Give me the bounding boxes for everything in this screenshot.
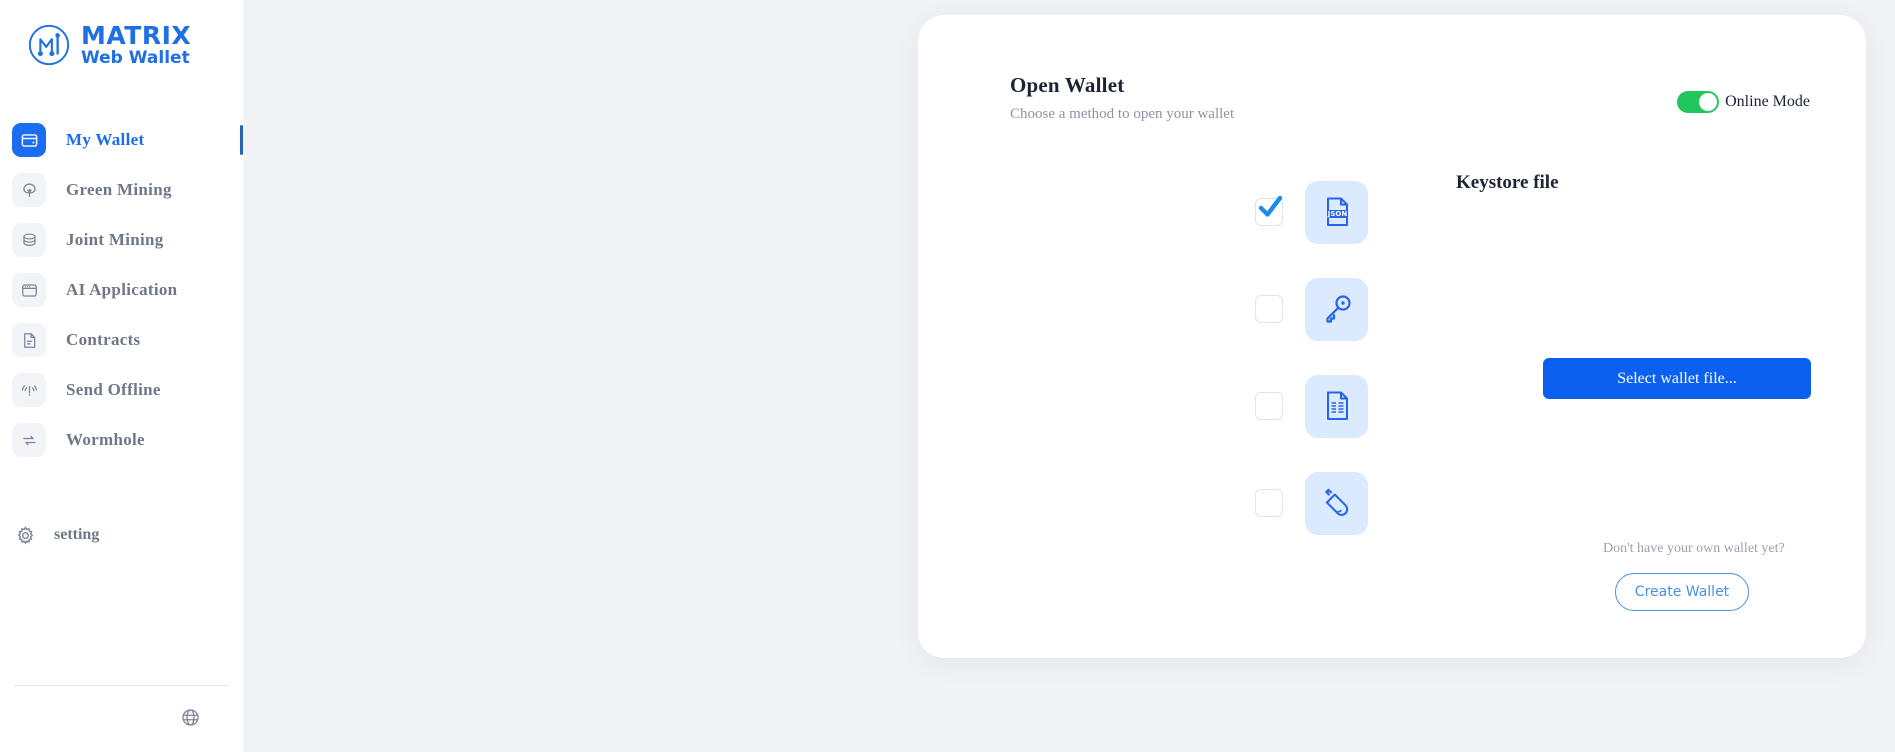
sidebar-item-label: Joint Mining [66, 230, 164, 249]
page-title: Open Wallet [1010, 73, 1125, 97]
sidebar-item-green-mining[interactable]: Green Mining [0, 165, 243, 215]
check-icon [1258, 195, 1283, 217]
method-checkbox[interactable] [1255, 489, 1283, 517]
toggle-knob [1699, 93, 1718, 111]
brand-title: MATRIX [81, 21, 192, 50]
sidebar-item-label: Green Mining [66, 180, 172, 199]
sidebar-item-label: Wormhole [66, 430, 145, 449]
sidebar-item-label: Send Offline [66, 380, 161, 399]
toggle-switch[interactable] [1677, 91, 1720, 113]
main-content: Open Wallet Choose a method to open your… [243, 0, 1895, 752]
online-mode-toggle[interactable]: Online Mode [1677, 91, 1810, 113]
document-icon [12, 323, 46, 357]
sidebar-divider [14, 685, 229, 686]
sidebar-item-my-wallet[interactable]: My Wallet [0, 115, 243, 165]
coins-stack-icon [12, 223, 46, 257]
globe-icon[interactable] [179, 706, 201, 728]
gear-icon [14, 524, 36, 546]
sidebar-item-ai-application[interactable]: AI Application [0, 265, 243, 315]
key-icon [1305, 277, 1368, 341]
wallet-method-list: JSON [1255, 180, 1368, 535]
open-wallet-card: Open Wallet Choose a method to open your… [918, 15, 1866, 658]
text-document-icon [1305, 374, 1368, 438]
method-checkbox[interactable] [1255, 392, 1283, 420]
usb-drive-icon [1305, 471, 1368, 535]
method-checkbox[interactable] [1255, 295, 1283, 323]
svg-text:JSON: JSON [1326, 210, 1347, 218]
select-wallet-file-button[interactable]: Select wallet file... [1543, 358, 1811, 399]
page-subtitle: Choose a method to open your wallet [1010, 106, 1235, 122]
sidebar-setting-label: setting [54, 526, 100, 543]
create-wallet-hint: Don't have your own wallet yet? [1603, 541, 1785, 556]
method-checkbox[interactable] [1255, 195, 1283, 226]
create-wallet-button[interactable]: Create Wallet [1615, 573, 1749, 611]
online-mode-label: Online Mode [1725, 93, 1810, 110]
brand-subtitle: Web Wallet [81, 48, 190, 68]
tree-icon [12, 173, 46, 207]
method-option-keystore-file[interactable]: JSON [1255, 180, 1368, 244]
sidebar: MATRIX Web Wallet My Wallet Green Mining… [0, 0, 243, 752]
sidebar-bottom [0, 685, 243, 752]
card-header: Open Wallet Choose a method to open your… [1010, 73, 1234, 123]
sidebar-item-setting[interactable]: setting [0, 513, 243, 557]
app-root: MATRIX Web Wallet My Wallet Green Mining… [0, 0, 1895, 752]
wallet-icon [12, 123, 46, 157]
sidebar-item-contracts[interactable]: Contracts [0, 315, 243, 365]
swap-arrows-icon [12, 423, 46, 457]
sidebar-item-send-offline[interactable]: Send Offline [0, 365, 243, 415]
sidebar-nav: My Wallet Green Mining Joint Mining AI A… [0, 115, 243, 557]
method-option-private-key[interactable] [1255, 277, 1368, 341]
signal-off-icon [12, 373, 46, 407]
sidebar-item-wormhole[interactable]: Wormhole [0, 415, 243, 465]
sidebar-item-joint-mining[interactable]: Joint Mining [0, 215, 243, 265]
sidebar-item-label: My Wallet [66, 130, 145, 149]
method-option-usb-device[interactable] [1255, 471, 1368, 535]
selected-method-title: Keystore file [1456, 172, 1559, 193]
sidebar-item-label: Contracts [66, 330, 141, 349]
brand: MATRIX Web Wallet [0, 0, 243, 90]
matrix-logo-icon [26, 22, 72, 68]
sidebar-item-label: AI Application [66, 280, 178, 299]
method-option-mnemonic[interactable] [1255, 374, 1368, 438]
app-window-icon [12, 273, 46, 307]
json-file-icon: JSON [1305, 180, 1368, 244]
